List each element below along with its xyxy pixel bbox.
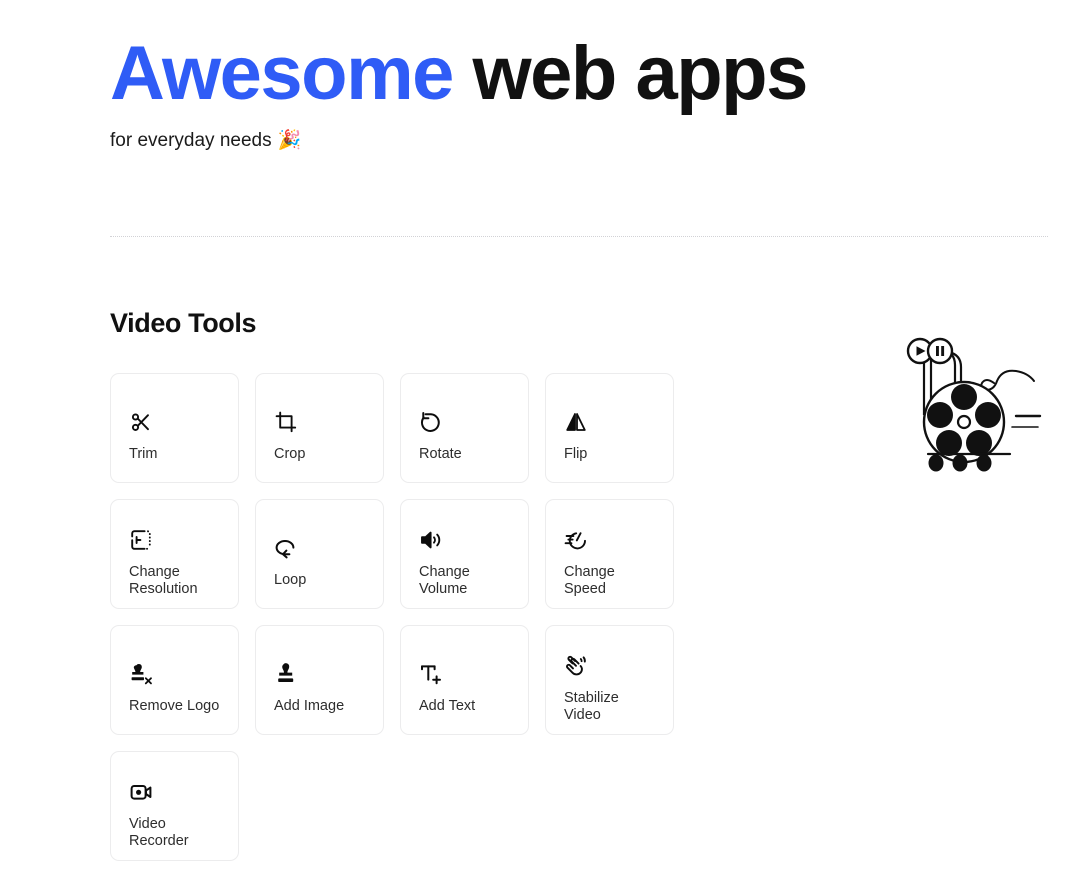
page-title-accent: Awesome — [110, 31, 454, 116]
tool-card-trim[interactable]: Trim — [110, 373, 239, 483]
camcorder-icon — [129, 780, 220, 806]
tool-card-remove-logo[interactable]: Remove Logo — [110, 625, 239, 735]
tool-card-label: Add Text — [419, 698, 476, 715]
waving-hand-icon — [564, 654, 655, 680]
page-root: Awesome web apps for everyday needs 🎉 Vid… — [0, 0, 1070, 888]
tool-card-rotate[interactable]: Rotate — [400, 373, 529, 483]
stamp-remove-icon — [129, 662, 220, 688]
tool-card-label: Flip — [564, 446, 588, 463]
tool-card-label: Crop — [274, 446, 306, 463]
page-title: Awesome web apps — [110, 36, 808, 112]
loop-icon — [274, 536, 365, 562]
page-subtitle-text: for everyday needs — [110, 130, 272, 151]
tool-card-label: Remove Logo — [129, 698, 220, 715]
speedometer-icon — [564, 528, 655, 554]
tool-card-flip[interactable]: Flip — [545, 373, 674, 483]
tool-card-label: Stabilize Video — [564, 689, 619, 723]
tool-card-label: Add Image — [274, 698, 345, 715]
page-subtitle: for everyday needs 🎉 — [110, 128, 807, 152]
stamp-icon — [274, 662, 365, 688]
page-title-rest: web apps — [452, 31, 809, 116]
tool-card-change-speed[interactable]: Change Speed — [545, 499, 674, 609]
tool-card-label: Trim — [129, 446, 158, 463]
section-divider — [110, 236, 1048, 237]
tool-card-label: Change Resolution — [129, 563, 198, 597]
tool-card-stabilize-video[interactable]: Stabilize Video — [545, 625, 674, 735]
scissors-icon — [129, 410, 220, 436]
tool-card-loop[interactable]: Loop — [255, 499, 384, 609]
tool-card-crop[interactable]: Crop — [255, 373, 384, 483]
tool-card-label: Change Speed — [564, 563, 615, 597]
page-header: Awesome web apps for everyday needs 🎉 — [110, 36, 808, 152]
film-reel-illustration — [898, 333, 1058, 473]
tool-card-change-resolution[interactable]: Change Resolution — [110, 499, 239, 609]
text-add-icon — [419, 662, 510, 688]
party-popper-icon: 🎉 — [277, 130, 302, 151]
tool-card-label: Loop — [274, 572, 307, 589]
tool-card-add-image[interactable]: Add Image — [255, 625, 384, 735]
video-tools-section: Video Tools Trim Crop Rotate Flip Change Res… — [110, 308, 710, 861]
tool-grid: Trim Crop Rotate Flip Change Resolution Loop C… — [110, 373, 710, 861]
tool-card-add-text[interactable]: Add Text — [400, 625, 529, 735]
flip-icon — [564, 410, 655, 436]
tool-card-label: Video Recorder — [129, 815, 189, 849]
tool-card-change-volume[interactable]: Change Volume — [400, 499, 529, 609]
tool-card-label: Change Volume — [419, 563, 470, 597]
rotate-ccw-icon — [419, 410, 510, 436]
tool-card-label: Rotate — [419, 446, 462, 463]
section-title: Video Tools — [110, 308, 257, 338]
crop-icon — [274, 410, 365, 436]
tool-card-video-recorder[interactable]: Video Recorder — [110, 751, 239, 861]
resolution-icon — [129, 528, 220, 554]
volume-icon — [419, 528, 510, 554]
